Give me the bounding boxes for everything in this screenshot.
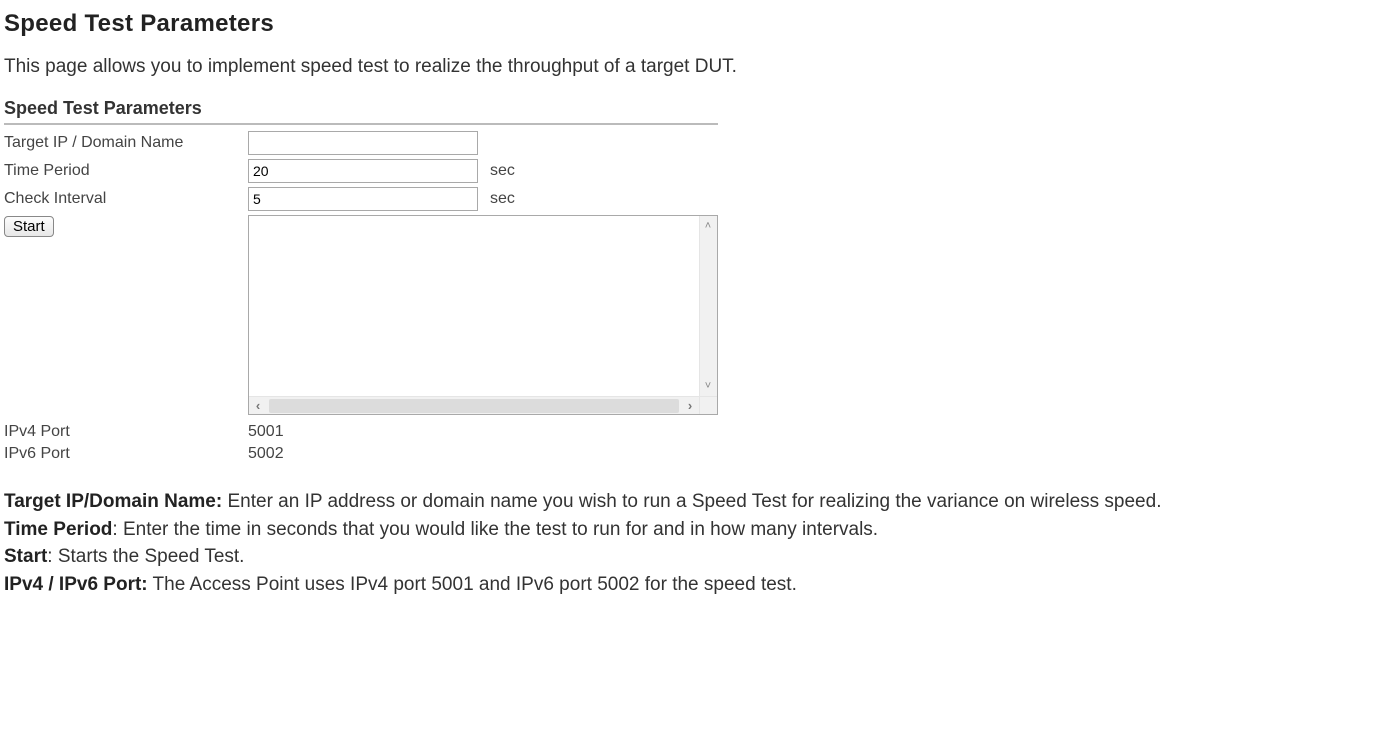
scroll-track[interactable] [269,399,679,413]
input-target-ip[interactable] [248,131,478,155]
value-ipv4-port: 5001 [248,423,284,441]
scroll-up-icon[interactable]: ˄ [702,220,714,232]
def-start: Start: Starts the Speed Test. [4,544,1394,570]
def-port-label: IPv4 / IPv6 Port: [4,574,148,595]
scroll-corner [699,396,717,414]
def-start-text: : Starts the Speed Test. [47,546,244,567]
output-textarea[interactable]: ˄ ˅ ‹ › [248,215,718,415]
row-time-period: Time Period sec [4,159,718,183]
intro-text: This page allows you to implement speed … [4,56,1400,78]
unit-time-period: sec [490,162,515,180]
scroll-right-icon[interactable]: › [681,398,699,413]
input-check-interval[interactable] [248,187,478,211]
def-port-text: The Access Point uses IPv4 port 5001 and… [148,574,797,595]
value-ipv6-port: 5002 [248,445,284,463]
row-ipv4-port: IPv4 Port 5001 [4,421,718,443]
def-target: Target IP/Domain Name: Enter an IP addre… [4,489,1394,515]
vertical-scrollbar[interactable]: ˄ ˅ [699,216,717,396]
output-content [249,216,699,396]
label-target-ip: Target IP / Domain Name [4,134,248,152]
def-start-label: Start [4,546,47,567]
page-title: Speed Test Parameters [4,10,1400,38]
def-time: Time Period: Enter the time in seconds t… [4,517,1394,543]
def-time-label: Time Period [4,519,112,540]
start-button[interactable]: Start [4,216,54,237]
panel-header: Speed Test Parameters [4,98,718,125]
horizontal-scrollbar[interactable]: ‹ › [249,396,699,414]
label-ipv6-port: IPv6 Port [4,445,248,463]
label-ipv4-port: IPv4 Port [4,423,248,441]
def-target-label: Target IP/Domain Name: [4,491,222,512]
scroll-down-icon[interactable]: ˅ [702,380,714,392]
label-check-interval: Check Interval [4,190,248,208]
row-ipv6-port: IPv6 Port 5002 [4,443,718,465]
unit-check-interval: sec [490,190,515,208]
row-check-interval: Check Interval sec [4,187,718,211]
scroll-left-icon[interactable]: ‹ [249,398,267,413]
label-time-period: Time Period [4,162,248,180]
def-port: IPv4 / IPv6 Port: The Access Point uses … [4,572,1394,598]
row-target-ip: Target IP / Domain Name [4,131,718,155]
def-time-text: : Enter the time in seconds that you wou… [112,519,878,540]
speed-test-panel: Speed Test Parameters Target IP / Domain… [4,98,718,465]
definitions-block: Target IP/Domain Name: Enter an IP addre… [4,489,1394,598]
input-time-period[interactable] [248,159,478,183]
def-target-text: Enter an IP address or domain name you w… [222,491,1161,512]
row-start: Start ˄ ˅ ‹ › [4,215,718,415]
